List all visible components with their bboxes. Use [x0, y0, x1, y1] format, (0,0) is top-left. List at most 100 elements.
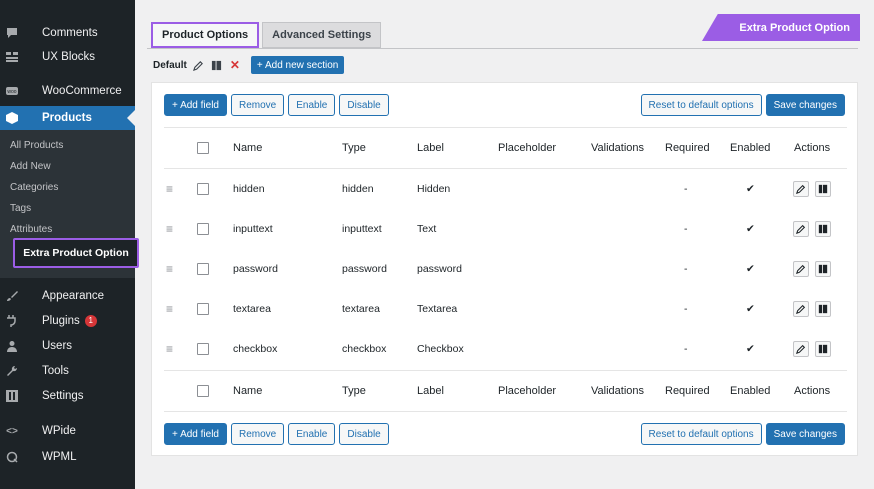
enable-button-bottom[interactable]: Enable: [288, 423, 336, 445]
col-required: Required: [665, 142, 710, 154]
sidebar-item-plugins[interactable]: Plugins 1: [0, 310, 135, 332]
reset-defaults-button[interactable]: Reset to default options: [640, 94, 762, 116]
col-name: Name: [233, 385, 263, 397]
row-enabled: ✔: [746, 223, 755, 235]
col-label: Label: [417, 385, 444, 397]
copy-field-icon[interactable]: [815, 301, 831, 317]
drag-handle-icon[interactable]: ≡: [166, 182, 173, 196]
active-arrow-icon: [127, 110, 135, 126]
svg-text:woo: woo: [7, 89, 16, 95]
admin-sidebar: Comments UX Blocks woo WooCommerce Produ…: [0, 0, 139, 489]
disable-button-bottom[interactable]: Disable: [339, 423, 389, 445]
col-actions: Actions: [794, 385, 831, 397]
remove-button[interactable]: Remove: [230, 94, 285, 116]
row-label: Hidden: [417, 183, 451, 195]
user-icon: [6, 340, 18, 352]
blocks-icon: [6, 51, 18, 63]
row-required: -: [684, 183, 688, 195]
tab-divider: [147, 48, 858, 49]
bottom-button-group: + Add field Remove Enable Disable: [164, 423, 393, 445]
row-enabled: ✔: [746, 303, 755, 315]
copy-field-icon[interactable]: [815, 181, 831, 197]
drag-handle-icon[interactable]: ≡: [166, 302, 173, 316]
row-name: inputtext: [233, 223, 273, 235]
drag-handle-icon[interactable]: ≡: [166, 342, 173, 356]
table-header: Name Type Label Placeholder Validations …: [164, 128, 847, 168]
add-field-button-bottom[interactable]: + Add field: [164, 423, 227, 445]
tab-product-options[interactable]: Product Options: [151, 22, 260, 48]
row-required: -: [684, 343, 688, 355]
plugins-update-badge: 1: [84, 314, 97, 327]
edit-field-icon[interactable]: [793, 301, 809, 317]
sidebar-item-ux-blocks[interactable]: UX Blocks: [0, 46, 135, 68]
row-name: hidden: [233, 183, 265, 195]
disable-button[interactable]: Disable: [339, 94, 389, 116]
add-field-button[interactable]: + Add field: [164, 94, 227, 116]
tab-advanced-settings[interactable]: Advanced Settings: [262, 22, 382, 48]
enable-button[interactable]: Enable: [288, 94, 336, 116]
submenu-extra-product-option[interactable]: Extra Product Option: [13, 238, 139, 268]
plugin-banner: Extra Product Option: [702, 14, 860, 41]
sidebar-item-wpml[interactable]: WPML: [0, 446, 135, 468]
edit-field-icon[interactable]: [793, 261, 809, 277]
reset-defaults-button-bottom[interactable]: Reset to default options: [640, 423, 762, 445]
submenu-all-products[interactable]: All Products: [10, 138, 63, 154]
edit-field-icon[interactable]: [793, 221, 809, 237]
plugins-label: Plugins: [42, 315, 80, 328]
sidebar-item-appearance[interactable]: Appearance: [0, 285, 135, 307]
sidebar-item-tools[interactable]: Tools: [0, 360, 135, 382]
woo-icon: woo: [6, 85, 18, 97]
row-checkbox[interactable]: [197, 343, 209, 355]
sidebar-item-woocommerce[interactable]: woo WooCommerce: [0, 80, 135, 102]
copy-field-icon[interactable]: [815, 261, 831, 277]
row-checkbox[interactable]: [197, 183, 209, 195]
row-type: inputtext: [342, 223, 382, 235]
copy-section-icon[interactable]: [211, 59, 223, 71]
remove-button-bottom[interactable]: Remove: [230, 423, 285, 445]
sidebar-item-wpide[interactable]: <> WPide: [0, 420, 135, 442]
select-all-checkbox-footer[interactable]: [197, 385, 209, 397]
bottom-save-group: Reset to default options Save changes: [640, 423, 845, 445]
edit-field-icon[interactable]: [793, 341, 809, 357]
select-all-checkbox[interactable]: [197, 142, 209, 154]
main-content: Extra Product Option Product Options Adv…: [135, 0, 874, 489]
col-type: Type: [342, 385, 366, 397]
save-changes-button-bottom[interactable]: Save changes: [765, 423, 845, 445]
save-changes-button[interactable]: Save changes: [765, 94, 845, 116]
drag-handle-icon[interactable]: ≡: [166, 262, 173, 276]
row-label: Checkbox: [417, 343, 464, 355]
submenu-categories[interactable]: Categories: [10, 180, 58, 196]
row-checkbox[interactable]: [197, 263, 209, 275]
brush-icon: [6, 290, 18, 302]
col-type: Type: [342, 142, 366, 154]
submenu-add-new[interactable]: Add New: [10, 159, 51, 175]
edit-section-icon[interactable]: [193, 59, 205, 71]
row-enabled: ✔: [746, 343, 755, 355]
row-checkbox[interactable]: [197, 223, 209, 235]
add-section-button[interactable]: + Add new section: [250, 56, 345, 74]
row-checkbox[interactable]: [197, 303, 209, 315]
col-name: Name: [233, 142, 263, 154]
edit-field-icon[interactable]: [793, 181, 809, 197]
fields-panel: + Add field Remove Enable Disable Reset …: [151, 82, 858, 456]
drag-handle-icon[interactable]: ≡: [166, 222, 173, 236]
row-required: -: [684, 303, 688, 315]
sidebar-item-products[interactable]: Products: [0, 106, 135, 130]
row-label: Text: [417, 223, 437, 235]
wpml-icon: [6, 451, 18, 463]
top-save-group: Reset to default options Save changes: [640, 94, 845, 116]
sidebar-item-comments[interactable]: Comments: [0, 22, 135, 44]
copy-field-icon[interactable]: [815, 341, 831, 357]
submenu-attributes[interactable]: Attributes: [10, 222, 52, 238]
table-footer: Name Type Label Placeholder Validations …: [164, 371, 847, 411]
table-row: ≡ password password password - ✔: [164, 249, 847, 289]
col-validations: Validations: [591, 385, 644, 397]
col-placeholder: Placeholder: [498, 142, 557, 154]
sidebar-item-settings[interactable]: Settings: [0, 385, 135, 407]
submenu-tags[interactable]: Tags: [10, 201, 31, 217]
copy-field-icon[interactable]: [815, 221, 831, 237]
delete-section-icon[interactable]: ✕: [229, 58, 241, 72]
sidebar-item-users[interactable]: Users: [0, 335, 135, 357]
row-label: password: [417, 263, 462, 275]
row-name: checkbox: [233, 343, 278, 355]
